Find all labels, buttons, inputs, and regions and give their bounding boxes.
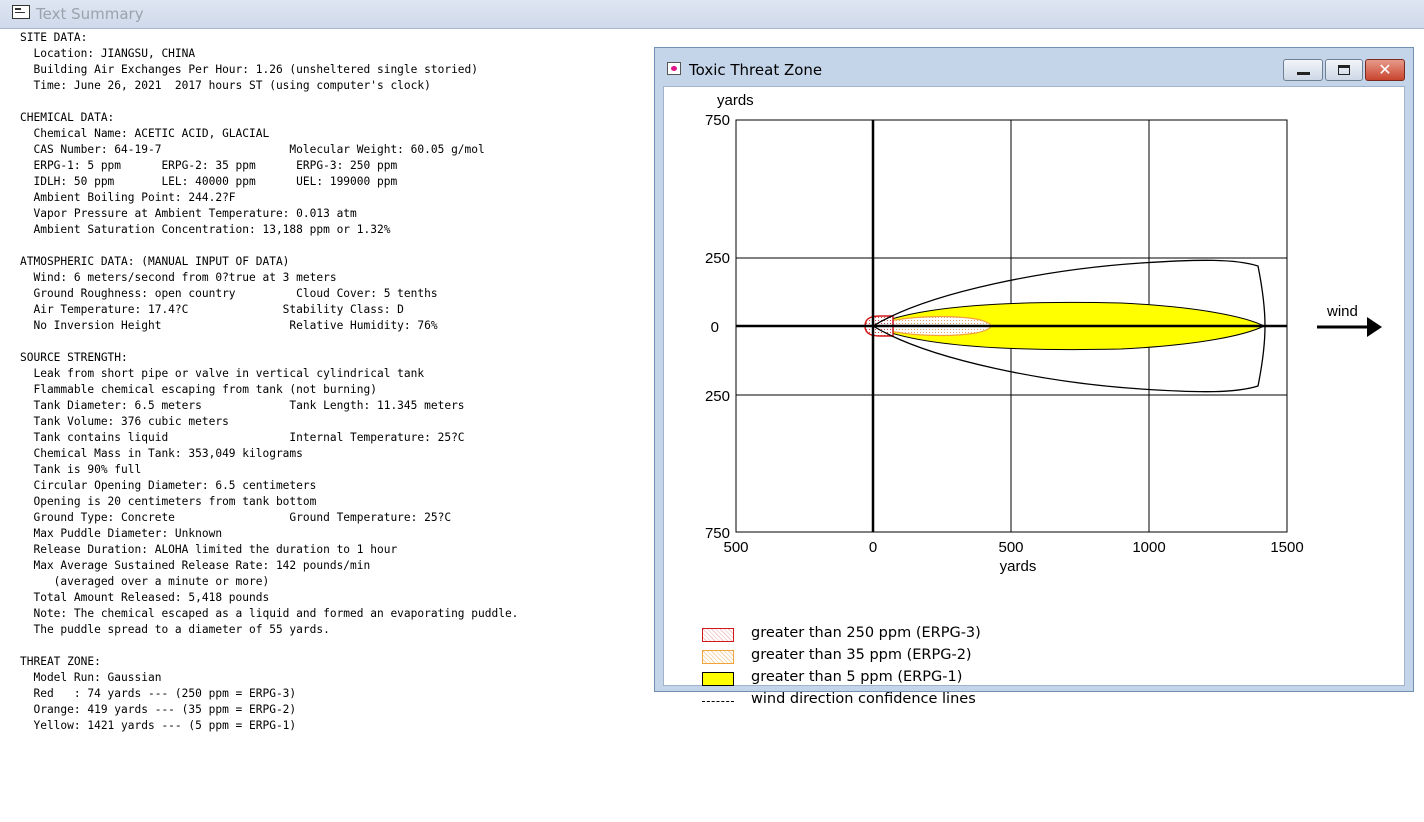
threat-window-title: Toxic Threat Zone: [689, 61, 823, 79]
x-axis-title: yards: [1000, 558, 1037, 575]
x-tick-label: 0: [869, 539, 877, 556]
toxic-threat-zone-window[interactable]: Toxic Threat Zone ✕ yards yards wind 750…: [654, 47, 1414, 707]
close-button[interactable]: ✕: [1365, 59, 1405, 81]
red-zone-swatch: [702, 628, 734, 642]
minimize-button[interactable]: [1283, 59, 1323, 81]
threat-zone-plot-area: yards yards wind 750 250 0 250 750 500 0…: [663, 86, 1405, 707]
legend-label: wind direction confidence lines: [751, 691, 976, 707]
y-tick-label: 250: [705, 250, 730, 267]
threat-zone-plot: yards yards wind 750 250 0 250 750 500 0…: [705, 92, 1382, 575]
legend-label: greater than 35 ppm (ERPG-2): [751, 647, 972, 663]
wind-arrow-icon: [1367, 317, 1382, 337]
text-summary-app-icon: [12, 5, 30, 19]
threat-window-app-icon: [667, 62, 681, 75]
x-tick-label: 1500: [1270, 539, 1303, 556]
x-tick-label: 500: [998, 539, 1023, 556]
legend-label: greater than 5 ppm (ERPG-1): [751, 669, 963, 685]
y-tick-label: 0: [711, 319, 719, 336]
close-icon: ✕: [1378, 60, 1392, 79]
yellow-zone-swatch: [702, 672, 734, 686]
main-titlebar: Text Summary: [0, 0, 1424, 29]
x-tick-label: 500: [723, 539, 748, 556]
main-window-title: Text Summary: [36, 5, 144, 23]
y-tick-label: 750: [705, 112, 730, 129]
orange-zone-swatch: [702, 650, 734, 664]
text-summary-body: SITE DATA: Location: JIANGSU, CHINA Buil…: [20, 31, 519, 732]
x-tick-label: 1000: [1132, 539, 1165, 556]
dashed-line-swatch: [702, 701, 734, 702]
y-tick-label: 250: [705, 388, 730, 405]
threat-window-titlebar[interactable]: Toxic Threat Zone ✕: [655, 48, 1413, 84]
wind-label: wind: [1326, 303, 1358, 320]
legend-label: greater than 250 ppm (ERPG-3): [751, 625, 981, 641]
y-axis-title: yards: [717, 92, 754, 109]
maximize-button[interactable]: [1325, 59, 1363, 81]
